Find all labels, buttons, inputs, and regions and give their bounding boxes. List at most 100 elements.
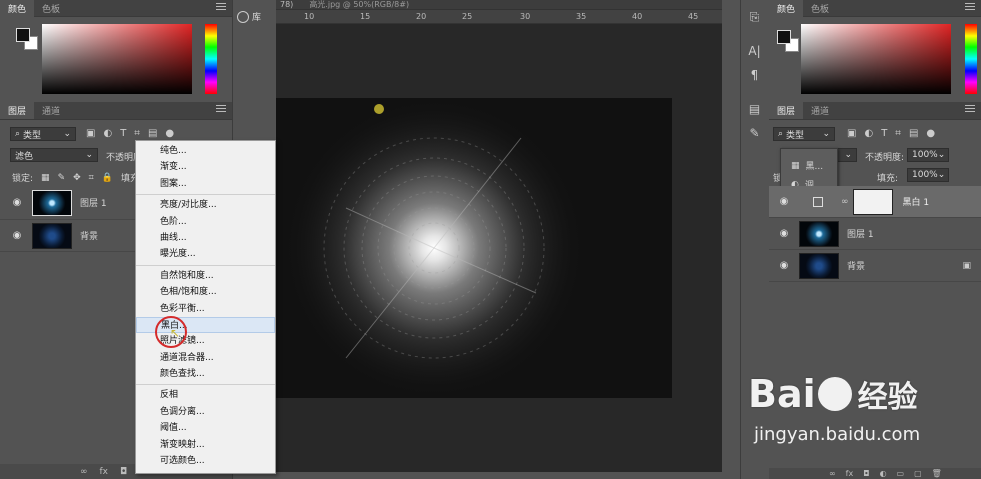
- document-tab-bar: 78) 高光.jpg @ 50%(RGB/8#): [276, 0, 722, 10]
- adjustment-filter-icon[interactable]: ◐: [103, 128, 112, 139]
- brand-right: 经验: [857, 380, 918, 415]
- chevron-down-icon: ⌄: [85, 150, 93, 160]
- type-filter-icon[interactable]: T: [881, 128, 887, 139]
- add-mask-icon[interactable]: ◘: [120, 467, 127, 477]
- layer-name: 黑白 1: [902, 198, 930, 208]
- menu-item[interactable]: 色调分离...: [136, 404, 275, 420]
- menu-item[interactable]: 通道混合器...: [136, 350, 275, 366]
- fill-label: 填充:: [877, 174, 899, 184]
- tab-channels[interactable]: 通道: [803, 102, 837, 119]
- layer-thumbnail: [32, 222, 72, 249]
- visibility-eye-icon[interactable]: ◉: [8, 230, 26, 241]
- menu-item[interactable]: 图案...: [136, 176, 275, 192]
- lock-all-icon[interactable]: 🔒: [102, 173, 113, 183]
- hue-slider[interactable]: [205, 24, 217, 94]
- menu-item[interactable]: 颜色查找...: [136, 366, 275, 382]
- type-filter-icon[interactable]: T: [120, 128, 126, 139]
- layer-row[interactable]: ◉ 背景 ▣: [769, 250, 981, 282]
- menu-item[interactable]: 亮度/对比度...: [136, 197, 275, 213]
- character-icon[interactable]: A|: [746, 42, 764, 60]
- menu-item[interactable]: 反相: [136, 387, 275, 403]
- menu-item[interactable]: 渐变...: [136, 159, 275, 175]
- brand-left: Bai: [748, 372, 816, 416]
- color-picker-field[interactable]: [801, 24, 951, 94]
- foreground-swatch[interactable]: [777, 30, 791, 44]
- filter-toggle-icon[interactable]: ●: [926, 128, 935, 139]
- menu-separator: [136, 384, 275, 386]
- visibility-eye-icon[interactable]: ◉: [775, 228, 793, 239]
- layer-thumbnail: [799, 252, 839, 279]
- paragraph-icon[interactable]: ¶: [746, 66, 764, 84]
- menu-item[interactable]: 阈值...: [136, 420, 275, 436]
- color-panel-tabs: 颜色 色板: [769, 0, 981, 17]
- layer-row-selected[interactable]: ◉ ∞ 黑白 1: [769, 186, 981, 218]
- layer-filter-select[interactable]: ⌕ 类型 ⌄: [10, 127, 76, 141]
- image-filter-icon[interactable]: ▣: [847, 128, 856, 139]
- tab-layers[interactable]: 图层: [769, 102, 804, 119]
- tab-swatches[interactable]: 色板: [34, 0, 68, 17]
- lock-transparent-icon[interactable]: ▦: [41, 173, 50, 183]
- popup-item-black-white[interactable]: ▦ 黑...: [781, 149, 837, 173]
- layer-name: 图层 1: [847, 230, 874, 240]
- document-tab-previous[interactable]: 78): [280, 0, 293, 9]
- paw-icon: [817, 377, 852, 411]
- layer-filter-select[interactable]: ⌕ 类型 ⌄: [773, 127, 835, 141]
- lock-paint-icon[interactable]: ✎: [58, 173, 66, 183]
- color-picker-field[interactable]: [42, 24, 192, 94]
- menu-separator: [136, 194, 275, 196]
- menu-item[interactable]: 曝光度...: [136, 246, 275, 262]
- panel-menu-icon[interactable]: [216, 3, 226, 12]
- properties-icon[interactable]: ▤: [746, 100, 764, 118]
- menu-item[interactable]: 渐变映射...: [136, 437, 275, 453]
- layer-filter-icons: ▣ ◐ T ⌗ ▤ ●: [847, 128, 935, 139]
- shape-filter-icon[interactable]: ⌗: [895, 128, 901, 139]
- document-image[interactable]: [276, 98, 672, 398]
- chevron-down-icon: ⌄: [937, 150, 946, 160]
- filter-toggle-icon[interactable]: ●: [165, 128, 174, 139]
- hue-slider[interactable]: [965, 24, 977, 94]
- menu-item[interactable]: 曲线...: [136, 230, 275, 246]
- opacity-input[interactable]: 100% ⌄: [907, 148, 949, 162]
- ruler-tick: 30: [520, 12, 531, 21]
- tab-color[interactable]: 颜色: [0, 0, 35, 17]
- menu-item[interactable]: 纯色...: [136, 143, 275, 159]
- library-button[interactable]: 库: [237, 10, 261, 23]
- fill-input[interactable]: 100% ⌄: [907, 168, 949, 182]
- lock-label: 锁定:: [12, 174, 34, 184]
- panel-menu-icon[interactable]: [965, 3, 975, 12]
- popup-item-label: 黑...: [805, 162, 824, 172]
- tab-layers[interactable]: 图层: [0, 102, 35, 119]
- menu-item[interactable]: 色相/饱和度...: [136, 284, 275, 300]
- ruler-tick: 45: [688, 12, 699, 21]
- fx-icon[interactable]: fx: [100, 467, 109, 477]
- image-filter-icon[interactable]: ▣: [86, 128, 95, 139]
- adjustment-filter-icon[interactable]: ◐: [864, 128, 873, 139]
- menu-item[interactable]: 色彩平衡...: [136, 301, 275, 317]
- tab-swatches[interactable]: 色板: [803, 0, 837, 17]
- menu-item[interactable]: 可选颜色...: [136, 453, 275, 469]
- search-icon: ⌕: [778, 129, 784, 139]
- notes-icon[interactable]: ✎: [746, 124, 764, 142]
- foreground-swatch[interactable]: [16, 28, 30, 42]
- shape-filter-icon[interactable]: ⌗: [134, 128, 140, 139]
- tab-color[interactable]: 颜色: [769, 0, 804, 17]
- smart-object-filter-icon[interactable]: ▤: [909, 128, 918, 139]
- layer-row[interactable]: ◉ 图层 1: [769, 218, 981, 250]
- chevron-down-icon: ⌄: [822, 129, 830, 139]
- tab-channels[interactable]: 通道: [34, 102, 68, 119]
- panel-menu-icon[interactable]: [216, 105, 226, 114]
- smart-object-filter-icon[interactable]: ▤: [148, 128, 157, 139]
- lock-artboard-icon[interactable]: ⌗: [89, 173, 94, 183]
- blend-mode-select[interactable]: 滤色 ⌄: [10, 148, 98, 162]
- panel-menu-icon[interactable]: [965, 105, 975, 114]
- blend-mode-value: 滤色: [15, 151, 34, 162]
- visibility-eye-icon[interactable]: ◉: [8, 197, 26, 208]
- document-tab-title[interactable]: 高光.jpg @ 50%(RGB/8#): [309, 0, 409, 10]
- visibility-eye-icon[interactable]: ◉: [775, 196, 793, 207]
- visibility-eye-icon[interactable]: ◉: [775, 260, 793, 271]
- menu-item[interactable]: 自然饱和度...: [136, 268, 275, 284]
- link-layers-icon[interactable]: ∞: [80, 467, 88, 477]
- menu-item[interactable]: 色阶...: [136, 214, 275, 230]
- lock-move-icon[interactable]: ✥: [73, 173, 81, 183]
- history-icon[interactable]: ⎘: [746, 8, 764, 26]
